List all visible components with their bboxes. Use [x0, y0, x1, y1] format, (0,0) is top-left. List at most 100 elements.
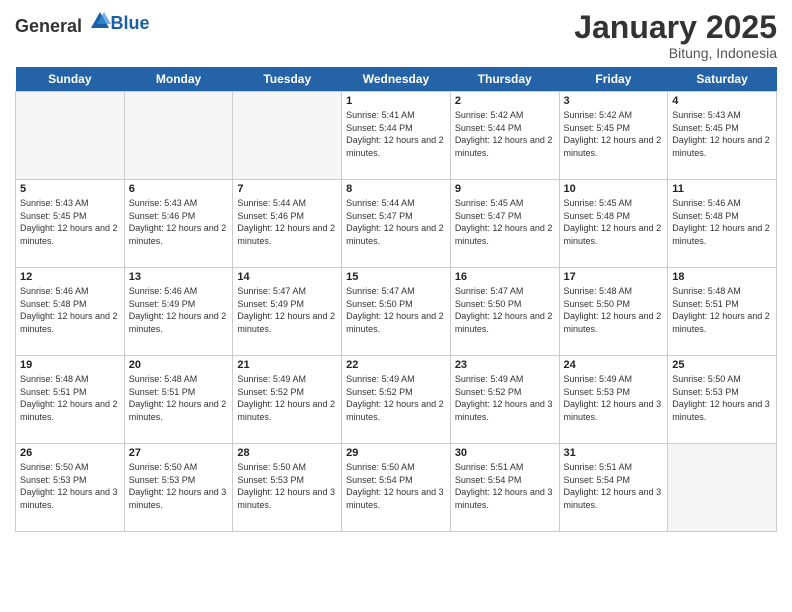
day-number: 9 [455, 183, 555, 195]
week-row-1: 1 Sunrise: 5:41 AMSunset: 5:44 PMDaylight… [16, 92, 777, 180]
day-info: Sunrise: 5:47 AMSunset: 5:50 PMDaylight:… [455, 285, 555, 335]
day-number: 22 [346, 359, 446, 371]
day-number: 21 [237, 359, 337, 371]
calendar-cell: 22 Sunrise: 5:49 AMSunset: 5:52 PMDayligh… [342, 356, 451, 444]
calendar-cell: 5 Sunrise: 5:43 AMSunset: 5:45 PMDaylight… [16, 180, 125, 268]
day-info: Sunrise: 5:48 AMSunset: 5:51 PMDaylight:… [672, 285, 772, 335]
day-number: 28 [237, 447, 337, 459]
day-info: Sunrise: 5:44 AMSunset: 5:46 PMDaylight:… [237, 197, 337, 247]
calendar-cell: 2 Sunrise: 5:42 AMSunset: 5:44 PMDaylight… [450, 92, 559, 180]
day-number: 25 [672, 359, 772, 371]
calendar-cell: 27 Sunrise: 5:50 AMSunset: 5:53 PMDayligh… [124, 444, 233, 532]
calendar-cell: 10 Sunrise: 5:45 AMSunset: 5:48 PMDayligh… [559, 180, 668, 268]
day-info: Sunrise: 5:48 AMSunset: 5:51 PMDaylight:… [20, 373, 120, 423]
day-info: Sunrise: 5:46 AMSunset: 5:49 PMDaylight:… [129, 285, 229, 335]
day-info: Sunrise: 5:49 AMSunset: 5:53 PMDaylight:… [564, 373, 664, 423]
day-number: 30 [455, 447, 555, 459]
day-number: 15 [346, 271, 446, 283]
calendar-cell: 11Sunrise: 5:46 AMSunset: 5:48 PMDayligh… [668, 180, 777, 268]
day-number: 7 [237, 183, 337, 195]
calendar-cell: 9 Sunrise: 5:45 AMSunset: 5:47 PMDaylight… [450, 180, 559, 268]
logo-general: General [15, 16, 82, 36]
logo-icon [89, 10, 111, 32]
calendar-cell: 16 Sunrise: 5:47 AMSunset: 5:50 PMDayligh… [450, 268, 559, 356]
day-number: 12 [20, 271, 120, 283]
day-number: 1 [346, 95, 446, 107]
calendar-cell: 3Sunrise: 5:42 AMSunset: 5:45 PMDaylight… [559, 92, 668, 180]
day-header-thursday: Thursday [450, 67, 559, 92]
day-info: Sunrise: 5:42 AMSunset: 5:45 PMDaylight:… [564, 109, 664, 159]
day-number: 5 [20, 183, 120, 195]
week-row-2: 5 Sunrise: 5:43 AMSunset: 5:45 PMDaylight… [16, 180, 777, 268]
day-number: 31 [564, 447, 664, 459]
day-info: Sunrise: 5:50 AMSunset: 5:53 PMDaylight:… [20, 461, 120, 511]
day-header-saturday: Saturday [668, 67, 777, 92]
day-number: 27 [129, 447, 229, 459]
calendar-cell: 17 Sunrise: 5:48 AMSunset: 5:50 PMDayligh… [559, 268, 668, 356]
month-title: January 2025 [574, 10, 777, 45]
day-number: 20 [129, 359, 229, 371]
day-info: Sunrise: 5:41 AMSunset: 5:44 PMDaylight:… [346, 109, 446, 159]
day-number: 11 [672, 183, 772, 195]
calendar-cell: 19Sunrise: 5:48 AMSunset: 5:51 PMDayligh… [16, 356, 125, 444]
calendar-cell: 4Sunrise: 5:43 AMSunset: 5:45 PMDaylight… [668, 92, 777, 180]
calendar-cell: 14 Sunrise: 5:47 AMSunset: 5:49 PMDayligh… [233, 268, 342, 356]
day-info: Sunrise: 5:46 AMSunset: 5:48 PMDaylight:… [20, 285, 120, 335]
day-info: Sunrise: 5:42 AMSunset: 5:44 PMDaylight:… [455, 109, 555, 159]
calendar-cell [16, 92, 125, 180]
day-header-sunday: Sunday [16, 67, 125, 92]
day-info: Sunrise: 5:50 AMSunset: 5:53 PMDaylight:… [672, 373, 772, 423]
day-info: Sunrise: 5:50 AMSunset: 5:54 PMDaylight:… [346, 461, 446, 511]
calendar-cell: 28Sunrise: 5:50 AMSunset: 5:53 PMDayligh… [233, 444, 342, 532]
day-info: Sunrise: 5:43 AMSunset: 5:46 PMDaylight:… [129, 197, 229, 247]
calendar-cell [233, 92, 342, 180]
day-info: Sunrise: 5:45 AMSunset: 5:47 PMDaylight:… [455, 197, 555, 247]
week-row-4: 19Sunrise: 5:48 AMSunset: 5:51 PMDayligh… [16, 356, 777, 444]
day-info: Sunrise: 5:43 AMSunset: 5:45 PMDaylight:… [672, 109, 772, 159]
logo: General Blue [15, 10, 150, 37]
day-info: Sunrise: 5:47 AMSunset: 5:49 PMDaylight:… [237, 285, 337, 335]
day-number: 26 [20, 447, 120, 459]
day-number: 13 [129, 271, 229, 283]
calendar-cell: 20Sunrise: 5:48 AMSunset: 5:51 PMDayligh… [124, 356, 233, 444]
day-number: 16 [455, 271, 555, 283]
calendar-cell: 31 Sunrise: 5:51 AMSunset: 5:54 PMDayligh… [559, 444, 668, 532]
calendar-cell: 18Sunrise: 5:48 AMSunset: 5:51 PMDayligh… [668, 268, 777, 356]
calendar-cell: 12 Sunrise: 5:46 AMSunset: 5:48 PMDayligh… [16, 268, 125, 356]
calendar-cell: 29Sunrise: 5:50 AMSunset: 5:54 PMDayligh… [342, 444, 451, 532]
day-info: Sunrise: 5:51 AMSunset: 5:54 PMDaylight:… [564, 461, 664, 511]
day-number: 24 [564, 359, 664, 371]
day-number: 17 [564, 271, 664, 283]
day-header-wednesday: Wednesday [342, 67, 451, 92]
day-info: Sunrise: 5:43 AMSunset: 5:45 PMDaylight:… [20, 197, 120, 247]
page-container: General Blue January 2025 Bitung, Indone… [0, 0, 792, 542]
day-info: Sunrise: 5:49 AMSunset: 5:52 PMDaylight:… [455, 373, 555, 423]
logo-blue: Blue [111, 13, 150, 33]
day-header-friday: Friday [559, 67, 668, 92]
day-header-tuesday: Tuesday [233, 67, 342, 92]
calendar-table: SundayMondayTuesdayWednesdayThursdayFrid… [15, 67, 777, 532]
calendar-cell: 23 Sunrise: 5:49 AMSunset: 5:52 PMDayligh… [450, 356, 559, 444]
day-info: Sunrise: 5:45 AMSunset: 5:48 PMDaylight:… [564, 197, 664, 247]
day-number: 14 [237, 271, 337, 283]
day-info: Sunrise: 5:47 AMSunset: 5:50 PMDaylight:… [346, 285, 446, 335]
calendar-cell: 15 Sunrise: 5:47 AMSunset: 5:50 PMDayligh… [342, 268, 451, 356]
calendar-cell: 13 Sunrise: 5:46 AMSunset: 5:49 PMDayligh… [124, 268, 233, 356]
header-row: SundayMondayTuesdayWednesdayThursdayFrid… [16, 67, 777, 92]
calendar-cell: 21Sunrise: 5:49 AMSunset: 5:52 PMDayligh… [233, 356, 342, 444]
calendar-cell [668, 444, 777, 532]
calendar-cell: 25 Sunrise: 5:50 AMSunset: 5:53 PMDayligh… [668, 356, 777, 444]
day-info: Sunrise: 5:48 AMSunset: 5:50 PMDaylight:… [564, 285, 664, 335]
day-info: Sunrise: 5:50 AMSunset: 5:53 PMDaylight:… [129, 461, 229, 511]
day-number: 2 [455, 95, 555, 107]
day-number: 10 [564, 183, 664, 195]
calendar-cell: 26 Sunrise: 5:50 AMSunset: 5:53 PMDayligh… [16, 444, 125, 532]
day-number: 23 [455, 359, 555, 371]
calendar-cell: 24 Sunrise: 5:49 AMSunset: 5:53 PMDayligh… [559, 356, 668, 444]
title-block: January 2025 Bitung, Indonesia [574, 10, 777, 61]
calendar-cell: 1 Sunrise: 5:41 AMSunset: 5:44 PMDaylight… [342, 92, 451, 180]
calendar-cell: 7 Sunrise: 5:44 AMSunset: 5:46 PMDaylight… [233, 180, 342, 268]
day-number: 6 [129, 183, 229, 195]
day-info: Sunrise: 5:49 AMSunset: 5:52 PMDaylight:… [346, 373, 446, 423]
calendar-cell [124, 92, 233, 180]
